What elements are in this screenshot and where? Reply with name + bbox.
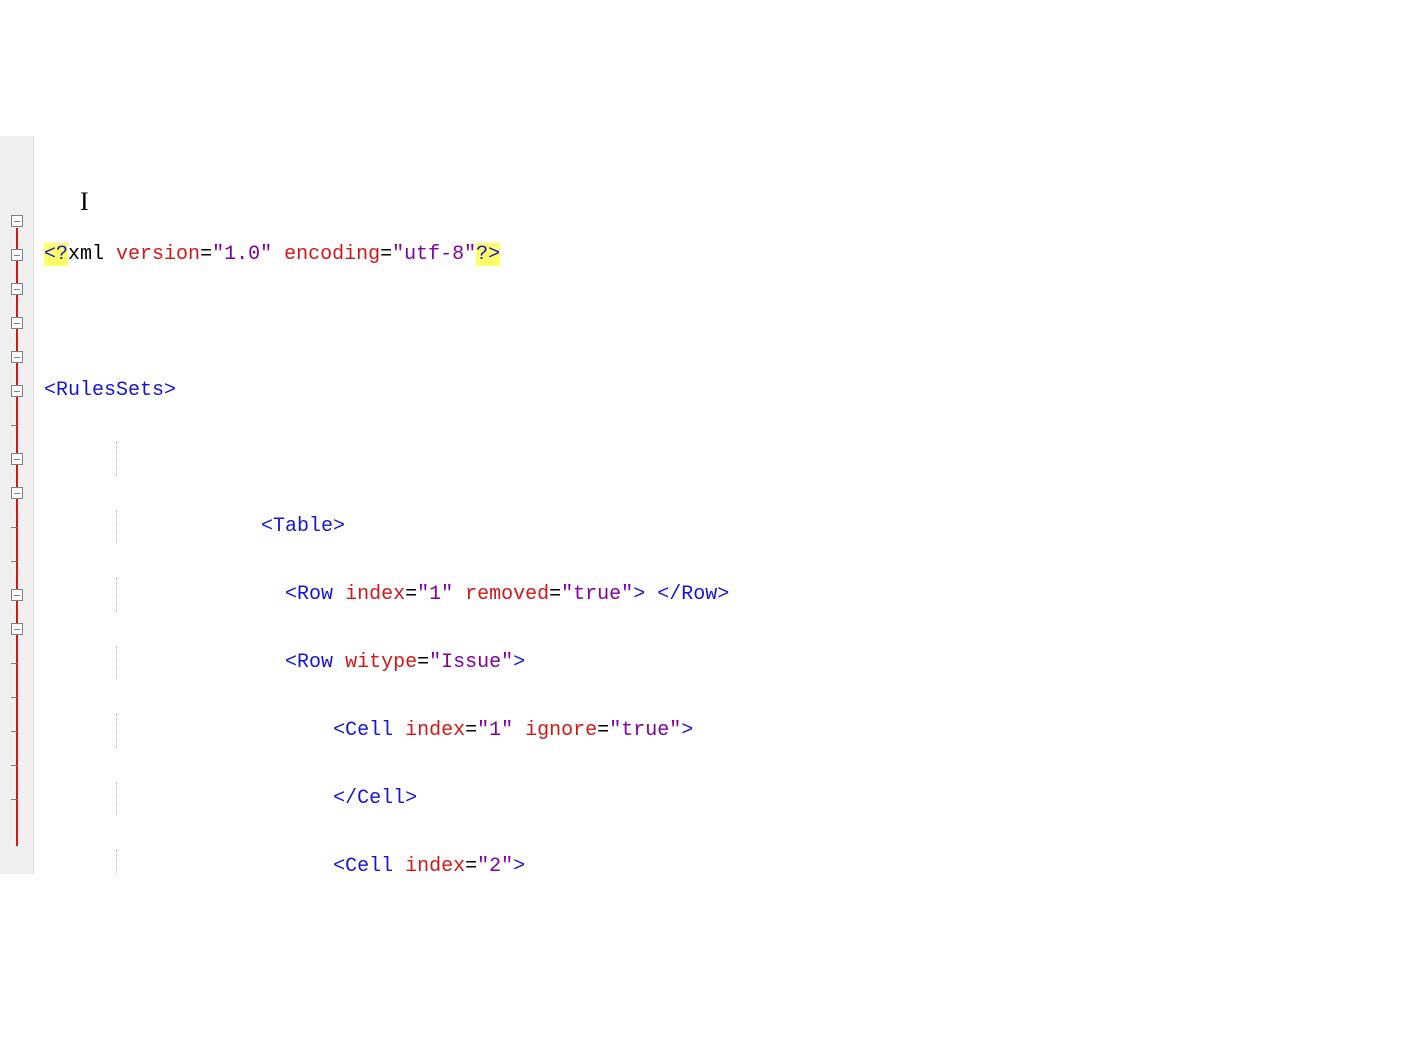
fold-toggle[interactable] xyxy=(11,385,23,397)
code-line[interactable]: <?xml version="1.0" encoding="utf-8"?> xyxy=(44,238,1422,272)
text-cursor-icon: I xyxy=(80,180,89,224)
fold-toggle[interactable] xyxy=(11,283,23,295)
code-line[interactable] xyxy=(44,442,1422,476)
code-line[interactable]: <Cell index="1" ignore="true"> xyxy=(44,714,1422,748)
fold-toggle[interactable] xyxy=(11,215,23,227)
fold-gutter xyxy=(0,136,34,874)
code-line[interactable]: <Row witype="Issue"> xyxy=(44,646,1422,680)
fold-toggle[interactable] xyxy=(11,453,23,465)
code-area[interactable]: I <?xml version="1.0" encoding="utf-8"?>… xyxy=(34,136,1422,874)
code-line[interactable]: <Cell index="2"> xyxy=(44,850,1422,874)
code-line[interactable]: <Table> xyxy=(44,510,1422,544)
code-line[interactable] xyxy=(44,306,1422,340)
fold-toggle[interactable] xyxy=(11,589,23,601)
fold-toggle[interactable] xyxy=(11,623,23,635)
code-line[interactable]: </Cell> xyxy=(44,782,1422,816)
fold-toggle[interactable] xyxy=(11,249,23,261)
fold-toggle[interactable] xyxy=(11,351,23,363)
code-line[interactable]: <Row index="1" removed="true"> </Row> xyxy=(44,578,1422,612)
code-editor[interactable]: I <?xml version="1.0" encoding="utf-8"?>… xyxy=(0,136,1422,874)
fold-toggle[interactable] xyxy=(11,487,23,499)
fold-toggle[interactable] xyxy=(11,317,23,329)
code-line[interactable]: <RulesSets> xyxy=(44,374,1422,408)
